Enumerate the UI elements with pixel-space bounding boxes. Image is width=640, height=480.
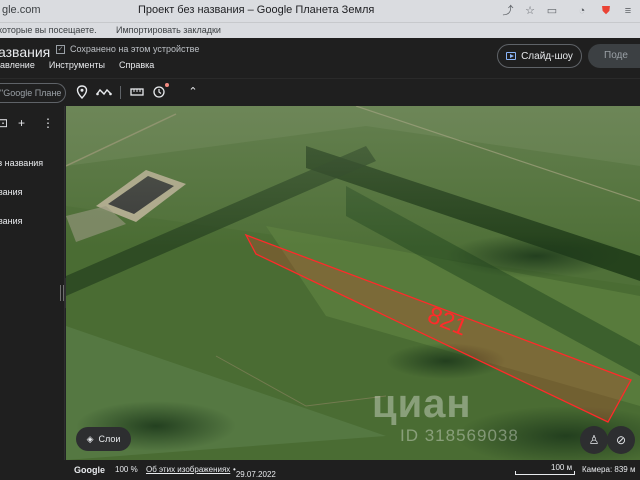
placemark-icon[interactable] [76, 85, 88, 100]
zoom-level: 100 % [115, 465, 138, 474]
brave-shield-icon[interactable]: ⛊ [598, 3, 614, 19]
scale-bar [515, 471, 575, 475]
more-vert-icon[interactable]: ⋮ [42, 116, 54, 130]
menu-item-edit[interactable]: авление [0, 60, 35, 78]
toolbar-separator [120, 86, 121, 99]
camera-altitude: Камера: 839 м [582, 465, 636, 474]
imagery-date-value: 29.07.2022 [235, 470, 276, 479]
tab-title: Проект без названия – Google Планета Зем… [138, 4, 375, 16]
new-folder-icon[interactable]: ⊡ [0, 116, 8, 130]
import-bookmarks-link[interactable]: Импортировать закладки [116, 25, 221, 35]
layers-label: Слои [98, 434, 121, 444]
project-item[interactable]: з названия [0, 158, 43, 168]
bookmarks-hint: которые вы посещаете. [0, 25, 97, 35]
cian-watermark: циан [372, 382, 472, 426]
slideshow-button[interactable]: Слайд-шоу [497, 44, 582, 68]
browser-title-bar: gle.com Проект без названия – Google Пла… [0, 0, 640, 22]
resize-handle[interactable] [60, 285, 64, 301]
check-icon: ✓ [56, 44, 65, 54]
imagery-date: • 29.07.2022 [233, 465, 276, 479]
pegman-button[interactable]: ♙ [580, 426, 608, 454]
project-title[interactable]: азвания [0, 44, 50, 60]
compass-icon: ⊘ [615, 433, 627, 447]
toolbar: "Google Плане ⌃ [0, 78, 640, 106]
bookmarks-bar: которые вы посещаете. Импортировать закл… [0, 22, 640, 38]
slideshow-label: Слайд-шоу [521, 50, 573, 62]
path-icon[interactable] [96, 85, 112, 99]
saved-status: ✓ Сохранено на этом устройстве [56, 44, 199, 54]
layers-button[interactable]: ◈ Слои [76, 427, 131, 451]
about-images-link[interactable]: Об этих изображениях [146, 465, 230, 474]
share-page-icon[interactable]: ⤴ [500, 3, 516, 19]
menu-bar: авление Инструменты Справка [0, 60, 168, 78]
layers-icon: ◈ [86, 433, 94, 444]
pegman-icon: ♙ [588, 433, 600, 447]
share-label: Поде [604, 50, 628, 61]
project-item[interactable]: вания [0, 216, 23, 226]
project-item[interactable]: вания [0, 187, 23, 197]
satellite-imagery: 821 [66, 106, 640, 460]
ruler-icon[interactable] [130, 85, 144, 99]
history-icon[interactable] [152, 85, 166, 99]
menu-item-tools[interactable]: Инструменты [49, 60, 105, 78]
add-icon[interactable]: + [18, 116, 25, 130]
more-menu-icon[interactable]: ≡ [620, 3, 636, 19]
project-sidebar: ⊡ + ⋮ з названия вания вания [0, 106, 65, 480]
share-button[interactable]: Поде [588, 44, 640, 68]
bookmark-star-icon[interactable]: ☆ [522, 3, 538, 19]
extension-icon[interactable]: ◔ [574, 3, 590, 19]
status-bar: Google 100 % Об этих изображениях • 29.0… [0, 460, 640, 480]
tab-menu-icon[interactable]: ▭ [544, 3, 560, 19]
chevron-up-icon[interactable]: ⌃ [186, 85, 200, 99]
slideshow-icon [506, 52, 517, 60]
cian-watermark-id: ID 318569038 [400, 426, 519, 445]
notification-dot [165, 83, 169, 87]
compass-button[interactable]: ⊘ [607, 426, 635, 454]
menu-item-help[interactable]: Справка [119, 60, 154, 78]
saved-status-text: Сохранено на этом устройстве [70, 44, 200, 54]
google-logo: Google [74, 465, 105, 475]
address-bar[interactable]: gle.com [2, 4, 41, 16]
search-input[interactable]: "Google Плане [0, 83, 66, 103]
satellite-map[interactable]: 821 [66, 106, 640, 460]
